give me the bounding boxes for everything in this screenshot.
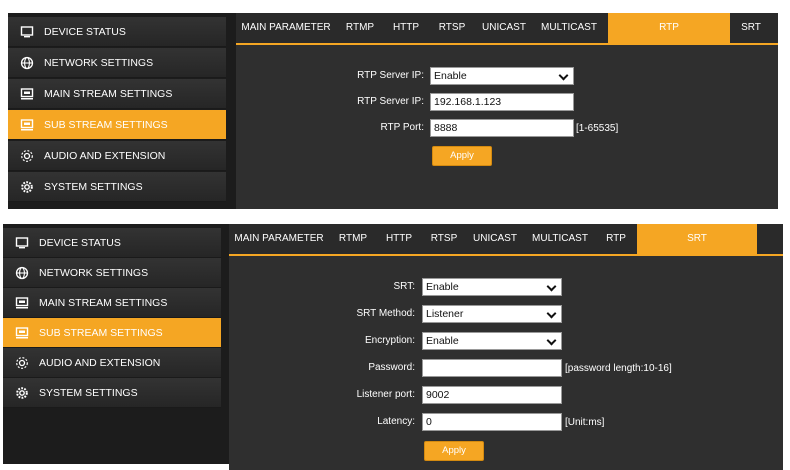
sidebar-item-label: NETWORK SETTINGS — [44, 56, 154, 69]
rtp-form: RTP Server IP: Enable RTP Server IP: 192… — [236, 45, 778, 205]
srt-enable-select[interactable]: Enable — [422, 278, 562, 296]
rtp-server-ip-select-value: Enable — [434, 70, 467, 82]
sidebar-item-main-stream-settings[interactable]: MAIN STREAM SETTINGS — [8, 79, 226, 109]
srt-enable-value: Enable — [426, 281, 459, 293]
srt-method-label: SRT Method: — [356, 308, 415, 319]
srt-enable-label: SRT: — [393, 281, 416, 292]
sidebar: DEVICE STATUS NETWORK SETTINGS MAIN STRE… — [3, 224, 229, 464]
audio-icon — [20, 149, 34, 163]
tab-http[interactable]: HTTP — [377, 224, 421, 254]
sidebar-item-label: DEVICE STATUS — [39, 236, 121, 249]
srt-encryption-select[interactable]: Enable — [422, 332, 562, 350]
sidebar-item-sub-stream-settings[interactable]: SUB STREAM SETTINGS — [3, 318, 221, 348]
srt-password-hint: [password length:10-16] — [565, 363, 672, 374]
tab-rtp[interactable]: RTP — [597, 224, 635, 254]
rtp-apply-button[interactable]: Apply — [432, 146, 492, 166]
srt-apply-button[interactable]: Apply — [424, 441, 484, 461]
rtp-server-ip-select[interactable]: Enable — [430, 67, 574, 85]
tab-bar: MAIN PARAMETER RTMP HTTP RTSP UNICAST MU… — [229, 224, 783, 256]
tab-multicast[interactable]: MULTICAST — [525, 224, 595, 254]
sidebar-item-main-stream-settings[interactable]: MAIN STREAM SETTINGS — [3, 288, 221, 318]
sidebar-item-label: AUDIO AND EXTENSION — [44, 149, 166, 162]
tab-rtp[interactable]: RTP — [608, 13, 730, 43]
srt-latency-value: 0 — [426, 416, 432, 428]
srt-password-label: Password: — [368, 362, 415, 373]
rtp-server-ip-input[interactable]: 192.168.1.123 — [430, 93, 574, 111]
rtp-port-input[interactable]: 8888 — [430, 119, 574, 137]
rtp-port-value: 8888 — [434, 122, 458, 134]
rtp-port-hint: [1-65535] — [576, 123, 619, 134]
gear-icon — [15, 386, 29, 400]
tab-rtmp[interactable]: RTMP — [338, 13, 382, 43]
sidebar-item-audio-and-extension[interactable]: AUDIO AND EXTENSION — [3, 348, 221, 378]
tab-srt[interactable]: SRT — [637, 224, 757, 254]
sidebar: DEVICE STATUS NETWORK SETTINGS MAIN STRE… — [8, 13, 236, 209]
tab-multicast[interactable]: MULTICAST — [534, 13, 604, 43]
globe-icon — [15, 266, 29, 280]
main-content: MAIN PARAMETER RTMP HTTP RTSP UNICAST MU… — [236, 13, 778, 209]
rtp-settings-panel: DEVICE STATUS NETWORK SETTINGS MAIN STRE… — [0, 13, 790, 209]
sidebar-item-label: SYSTEM SETTINGS — [44, 180, 143, 193]
srt-settings-panel: DEVICE STATUS NETWORK SETTINGS MAIN STRE… — [0, 224, 790, 470]
tab-bar: MAIN PARAMETER RTMP HTTP RTSP UNICAST MU… — [236, 13, 778, 45]
globe-icon — [20, 56, 34, 70]
stream-icon — [20, 118, 34, 132]
sidebar-item-system-settings[interactable]: SYSTEM SETTINGS — [8, 172, 226, 202]
tab-rtsp[interactable]: RTSP — [423, 224, 465, 254]
sidebar-item-label: SYSTEM SETTINGS — [39, 386, 138, 399]
sidebar-item-label: DEVICE STATUS — [44, 25, 126, 38]
srt-listener-port-label: Listener port: — [356, 389, 415, 400]
srt-listener-port-input[interactable]: 9002 — [422, 386, 562, 404]
rtp-port-label: RTP Port: — [380, 122, 424, 133]
sidebar-item-label: SUB STREAM SETTINGS — [39, 326, 163, 339]
gear-icon — [20, 180, 34, 194]
rtp-server-ip-select-label: RTP Server IP: — [357, 70, 424, 81]
srt-password-input[interactable] — [422, 359, 562, 377]
srt-latency-input[interactable]: 0 — [422, 413, 562, 431]
sidebar-item-audio-and-extension[interactable]: AUDIO AND EXTENSION — [8, 141, 226, 171]
sidebar-item-label: MAIN STREAM SETTINGS — [39, 296, 168, 309]
stream-icon — [15, 326, 29, 340]
tab-rtmp[interactable]: RTMP — [331, 224, 375, 254]
sidebar-item-network-settings[interactable]: NETWORK SETTINGS — [8, 48, 226, 78]
monitor-icon — [20, 25, 34, 39]
sidebar-item-label: MAIN STREAM SETTINGS — [44, 87, 173, 100]
stream-icon — [15, 296, 29, 310]
sidebar-item-sub-stream-settings[interactable]: SUB STREAM SETTINGS — [8, 110, 226, 140]
rtp-server-ip-value: 192.168.1.123 — [434, 96, 502, 108]
sidebar-item-network-settings[interactable]: NETWORK SETTINGS — [3, 258, 221, 288]
sidebar-item-system-settings[interactable]: SYSTEM SETTINGS — [3, 378, 221, 408]
srt-method-value: Listener — [426, 308, 464, 320]
srt-method-select[interactable]: Listener — [422, 305, 562, 323]
sidebar-item-device-status[interactable]: DEVICE STATUS — [3, 228, 221, 258]
tab-srt[interactable]: SRT — [732, 13, 770, 43]
srt-latency-hint: [Unit:ms] — [565, 417, 605, 428]
sidebar-item-label: NETWORK SETTINGS — [39, 266, 149, 279]
sidebar-item-device-status[interactable]: DEVICE STATUS — [8, 17, 226, 47]
sidebar-item-label: SUB STREAM SETTINGS — [44, 118, 168, 131]
rtp-server-ip-label: RTP Server IP: — [357, 96, 424, 107]
srt-encryption-label: Encryption: — [364, 335, 415, 346]
sidebar-item-label: AUDIO AND EXTENSION — [39, 356, 161, 369]
tab-main-parameter[interactable]: MAIN PARAMETER — [229, 224, 329, 254]
tab-main-parameter[interactable]: MAIN PARAMETER — [236, 13, 336, 43]
stream-icon — [20, 87, 34, 101]
monitor-icon — [15, 236, 29, 250]
srt-listener-port-value: 9002 — [426, 389, 450, 401]
main-content: MAIN PARAMETER RTMP HTTP RTSP UNICAST MU… — [229, 224, 783, 470]
tab-unicast[interactable]: UNICAST — [476, 13, 532, 43]
tab-http[interactable]: HTTP — [384, 13, 428, 43]
srt-encryption-value: Enable — [426, 335, 459, 347]
audio-icon — [15, 356, 29, 370]
srt-form: SRT: Enable SRT Method: Listener Encrypt… — [229, 256, 783, 466]
tab-unicast[interactable]: UNICAST — [467, 224, 523, 254]
srt-latency-label: Latency: — [377, 416, 415, 427]
tab-rtsp[interactable]: RTSP — [430, 13, 474, 43]
